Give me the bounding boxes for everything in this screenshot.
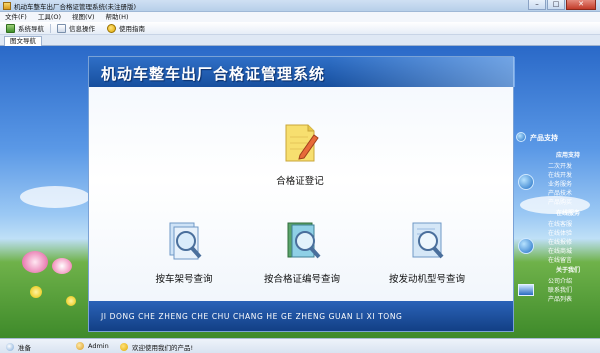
document-search-icon xyxy=(169,222,202,260)
query-by-frame-label: 按车架号查询 xyxy=(155,274,213,285)
query-by-certificate-button[interactable]: 按合格证编号查询 xyxy=(247,219,357,285)
link-online-dev[interactable]: 在线开发 xyxy=(548,170,572,179)
status-welcome: 欢迎使用我们的产品! xyxy=(120,342,193,352)
menu-file[interactable]: 文件(F) xyxy=(5,12,27,22)
navigation-icon xyxy=(6,23,15,33)
computer-icon xyxy=(6,343,14,351)
menu-tools[interactable]: 工具(O) xyxy=(38,12,61,22)
link-product-purchase[interactable]: 产品购买 xyxy=(548,197,572,206)
link-online-repair[interactable]: 在线报修 xyxy=(548,237,572,246)
app-icon xyxy=(3,2,11,10)
status-bar: 准备 Admin 欢迎使用我们的产品! xyxy=(0,338,600,353)
link-online-support[interactable]: 在线客服 xyxy=(548,219,572,228)
globe-arrow-icon xyxy=(518,174,534,190)
status-user-text: Admin xyxy=(88,342,109,350)
tab-strip: 图文导航 xyxy=(0,35,600,46)
book-search-icon xyxy=(287,222,321,259)
menu-bar: 文件(F) 工具(O) 视图(V) 帮助(H) xyxy=(0,12,600,22)
background-cloud xyxy=(20,186,90,208)
background-flower xyxy=(52,258,72,274)
header-shine xyxy=(329,57,515,87)
toolbar-separator xyxy=(50,23,51,33)
about-us-heading: 关于我们 xyxy=(556,267,581,274)
close-button[interactable]: ✕ xyxy=(566,0,596,10)
maximize-button[interactable]: □ xyxy=(547,0,565,10)
link-product-list[interactable]: 产品列表 xyxy=(548,294,572,303)
status-ready: 准备 xyxy=(6,342,31,352)
help-guide-label: 使用指南 xyxy=(119,25,145,33)
window-controls: – □ ✕ xyxy=(527,0,596,11)
info-ops-button[interactable]: 信息操作 xyxy=(57,23,95,33)
panel-title: 机动车整车出厂合格证管理系统 xyxy=(101,65,326,83)
monitor-icon xyxy=(518,284,534,296)
query-by-engine-label: 按发动机型号查询 xyxy=(388,274,465,285)
status-ready-text: 准备 xyxy=(18,344,31,352)
link-business-service[interactable]: 业务服务 xyxy=(548,179,572,188)
title-bar: 机动车整车出厂合格证管理系统(未注册版) – □ ✕ xyxy=(0,0,600,12)
globe-icon xyxy=(516,132,526,142)
link-contact-us[interactable]: 联系我们 xyxy=(548,285,572,294)
status-welcome-text: 欢迎使用我们的产品! xyxy=(132,344,194,352)
toolbar: 系统导航 信息操作 使用指南 xyxy=(0,22,600,35)
background-flower xyxy=(30,286,42,298)
panel-header: 机动车整车出厂合格证管理系统 xyxy=(89,57,515,87)
query-by-certificate-label: 按合格证编号查询 xyxy=(263,274,340,285)
notepad-pencil-icon xyxy=(285,124,319,162)
globe-icon xyxy=(518,238,534,254)
menu-help[interactable]: 帮助(H) xyxy=(106,12,129,22)
pinyin-footer-text: JI DONG CHE ZHENG CHE CHU CHANG HE GE ZH… xyxy=(101,312,403,321)
system-nav-button[interactable]: 系统导航 xyxy=(6,23,44,33)
tab-graphic-nav[interactable]: 图文导航 xyxy=(4,36,42,46)
link-product-tech[interactable]: 产品技术 xyxy=(548,188,572,197)
link-online-trial[interactable]: 在线体验 xyxy=(548,228,572,237)
minimize-button[interactable]: – xyxy=(528,0,546,10)
info-icon xyxy=(120,343,128,351)
link-company-intro[interactable]: 公司介绍 xyxy=(548,276,572,285)
navigation-panel: 机动车整车出厂合格证管理系统 合格证登记 按车架号查询 按合格证编号查询 按发动… xyxy=(88,56,515,332)
certificate-register-button[interactable]: 合格证登记 xyxy=(255,121,345,187)
help-icon xyxy=(107,23,116,33)
main-content: 机动车整车出厂合格证管理系统 合格证登记 按车架号查询 按合格证编号查询 按发动… xyxy=(0,46,600,338)
document-icon xyxy=(57,23,66,33)
panel-footer: JI DONG CHE ZHENG CHE CHU CHANG HE GE ZH… xyxy=(89,301,513,331)
system-nav-label: 系统导航 xyxy=(18,25,44,33)
help-guide-button[interactable]: 使用指南 xyxy=(107,23,145,33)
user-icon xyxy=(76,342,84,350)
file-search-icon xyxy=(412,222,444,259)
background-flower xyxy=(66,296,76,306)
query-by-frame-button[interactable]: 按车架号查询 xyxy=(139,219,229,285)
certificate-register-label: 合格证登记 xyxy=(276,176,324,187)
status-user: Admin xyxy=(76,342,109,350)
app-support-heading: 应用支持 xyxy=(556,152,581,159)
support-sidebar: 产品支持 应用支持 二次开发 在线开发 业务服务 产品技术 产品购买 在线服务 … xyxy=(514,126,600,336)
link-online-message[interactable]: 在线留言 xyxy=(548,255,572,264)
background-flower xyxy=(22,251,48,273)
window-title: 机动车整车出厂合格证管理系统(未注册版) xyxy=(14,3,137,11)
link-secondary-dev[interactable]: 二次开发 xyxy=(548,161,572,170)
menu-view[interactable]: 视图(V) xyxy=(72,12,95,22)
link-online-mall[interactable]: 在线商城 xyxy=(548,246,572,255)
query-by-engine-button[interactable]: 按发动机型号查询 xyxy=(377,219,477,285)
online-service-heading: 在线服务 xyxy=(556,210,581,217)
product-support-heading: 产品支持 xyxy=(530,134,558,142)
info-ops-label: 信息操作 xyxy=(69,25,95,33)
